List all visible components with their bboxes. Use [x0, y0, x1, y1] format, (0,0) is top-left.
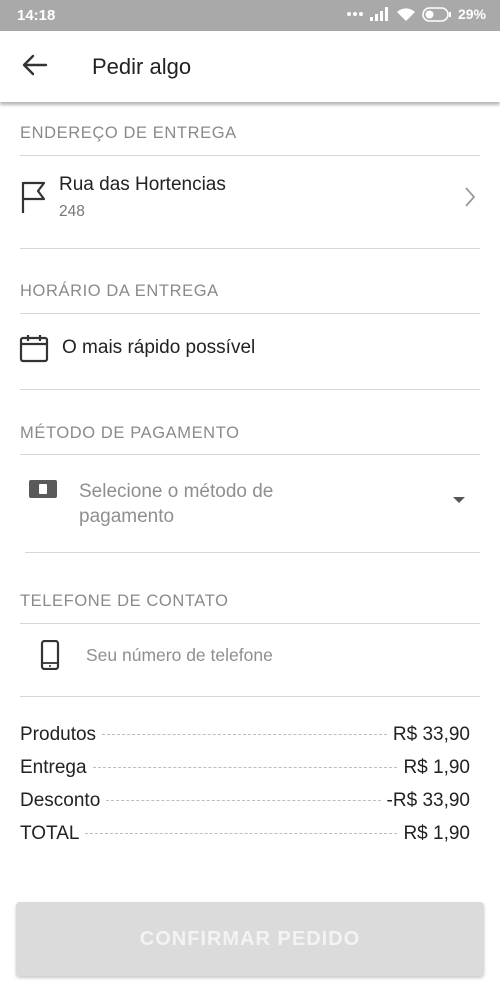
summary-label: Desconto — [20, 790, 101, 811]
card-icon — [28, 478, 58, 505]
dotted-leader — [106, 800, 381, 801]
confirm-order-button[interactable]: CONFIRMAR PEDIDO — [16, 902, 484, 976]
summary-row-delivery: Entrega R$ 1,90 — [20, 757, 470, 783]
phone-input[interactable] — [86, 645, 466, 666]
payment-method-header: MÉTODO DE PAGAMENTO — [20, 424, 240, 442]
summary-label: Produtos — [20, 724, 97, 745]
divider — [20, 248, 480, 249]
dots-icon — [346, 11, 364, 17]
phone-icon — [40, 639, 60, 675]
signal-icon — [369, 7, 390, 21]
delivery-address-header: ENDEREÇO DE ENTREGA — [20, 124, 237, 142]
dotted-leader — [85, 833, 398, 834]
summary-value: R$ 1,90 — [403, 757, 470, 778]
caret-down-icon — [453, 497, 465, 503]
summary-value: R$ 1,90 — [403, 823, 470, 844]
dotted-leader — [102, 734, 387, 735]
payment-placeholder-line2: pagamento — [79, 506, 175, 527]
arrow-left-icon — [22, 54, 48, 81]
calendar-icon — [19, 333, 49, 368]
summary-value: -R$ 33,90 — [386, 790, 470, 811]
divider — [20, 389, 480, 390]
payment-method-placeholder: Selecione o método de pagamento — [79, 479, 379, 529]
summary-value: R$ 33,90 — [392, 724, 470, 745]
divider — [20, 313, 480, 314]
divider — [20, 696, 480, 697]
summary-row-discount: Desconto -R$ 33,90 — [20, 790, 470, 816]
divider — [20, 155, 480, 156]
payment-placeholder-line1: Selecione o método de — [79, 481, 274, 502]
status-icons: 29% — [346, 6, 486, 22]
flag-icon — [20, 180, 46, 219]
delivery-time-header: HORÁRIO DA ENTREGA — [20, 282, 219, 300]
battery-icon — [422, 6, 452, 22]
page-title: Pedir algo — [92, 54, 192, 79]
summary-row-total: TOTAL R$ 1,90 — [20, 823, 470, 849]
dotted-leader — [92, 767, 398, 768]
delivery-address-row[interactable] — [0, 160, 500, 244]
divider — [20, 623, 480, 624]
wifi-icon — [396, 7, 416, 22]
back-button[interactable] — [14, 46, 56, 88]
status-time: 14:18 — [17, 7, 56, 24]
contact-phone-header: TELEFONE DE CONTATO — [20, 592, 229, 610]
chevron-right-icon — [464, 186, 476, 213]
battery-percentage: 29% — [457, 6, 486, 22]
divider — [20, 454, 480, 455]
divider — [25, 552, 480, 553]
summary-row-products: Produtos R$ 33,90 — [20, 724, 470, 750]
address-street: Rua das Hortencias — [59, 174, 226, 195]
summary-label: Entrega — [20, 757, 87, 778]
delivery-time-value: O mais rápido possível — [62, 337, 256, 358]
app-bar: Pedir algo — [0, 31, 500, 102]
status-bar: 14:18 29% — [0, 0, 500, 31]
address-number: 248 — [59, 203, 85, 220]
summary-label: TOTAL — [20, 823, 80, 844]
